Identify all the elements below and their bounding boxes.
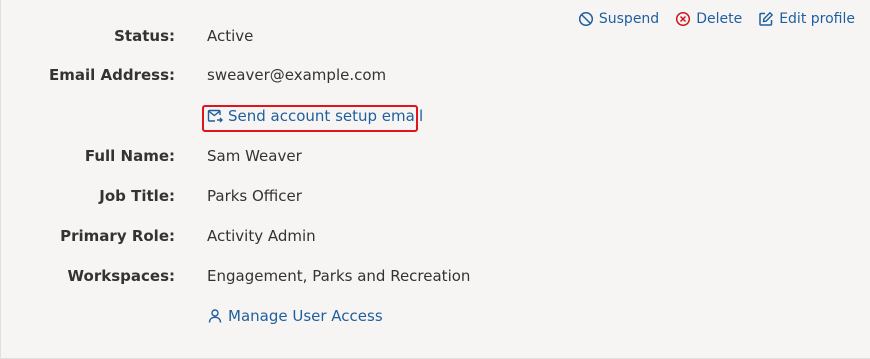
workspaces-value: Engagement, Parks and Recreation: [207, 267, 471, 285]
status-row: Status: Active: [0, 24, 860, 48]
primary-role-value: Activity Admin: [207, 227, 316, 245]
workspaces-label: Workspaces:: [67, 267, 175, 285]
full-name-value: Sam Weaver: [207, 147, 302, 165]
email-row: Email Address: sweaver@example.com: [0, 63, 860, 87]
email-label: Email Address:: [48, 66, 175, 84]
job-title-value: Parks Officer: [207, 187, 302, 205]
email-value: sweaver@example.com: [207, 66, 387, 84]
manage-access-row: Manage User Access: [0, 304, 860, 328]
job-title-row: Job Title: Parks Officer: [0, 184, 860, 208]
status-label: Status:: [114, 27, 175, 45]
user-icon: [208, 309, 222, 323]
send-setup-email-label: Send account setup email: [228, 107, 424, 125]
send-setup-email-row: Send account setup email: [0, 104, 860, 128]
manage-user-access-label: Manage User Access: [228, 307, 383, 325]
mail-send-icon: [207, 109, 223, 123]
full-name-label: Full Name:: [84, 147, 175, 165]
primary-role-row: Primary Role: Activity Admin: [0, 224, 860, 248]
job-title-label: Job Title:: [99, 187, 175, 205]
primary-role-label: Primary Role:: [60, 227, 175, 245]
send-setup-email-link[interactable]: Send account setup email: [207, 107, 423, 125]
manage-user-access-link[interactable]: Manage User Access: [207, 307, 383, 325]
full-name-row: Full Name: Sam Weaver: [0, 144, 860, 168]
workspaces-row: Workspaces: Engagement, Parks and Recrea…: [0, 264, 860, 288]
status-value: Active: [207, 27, 254, 45]
